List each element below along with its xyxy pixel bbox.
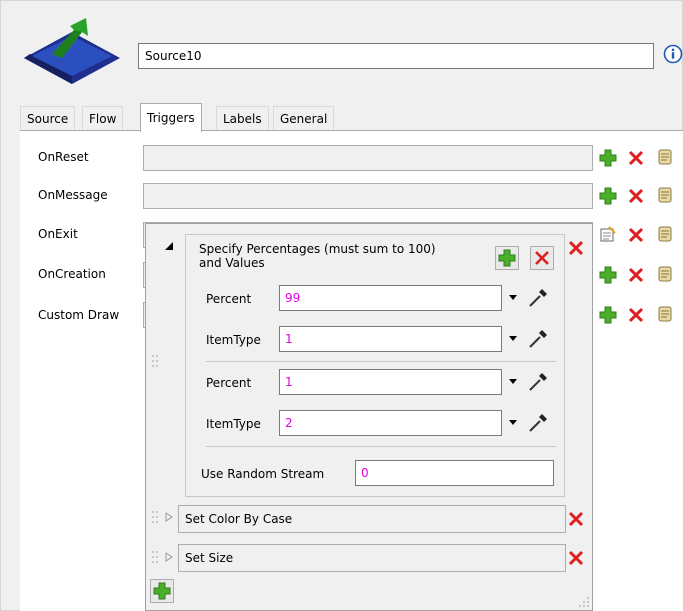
drag-handle-icon[interactable] [151, 550, 159, 564]
remove-entry-button[interactable] [530, 246, 554, 270]
remove-icon[interactable] [567, 549, 585, 567]
remove-icon[interactable] [567, 239, 585, 257]
dropdown-arrow-icon[interactable] [508, 378, 518, 386]
trigger-label-onmessage: OnMessage [38, 188, 108, 202]
trigger-field-onreset[interactable] [143, 145, 593, 171]
add-icon[interactable] [599, 149, 617, 167]
percent-input[interactable]: 1 [279, 369, 502, 395]
eyedropper-icon[interactable] [526, 370, 550, 394]
dropdown-arrow-icon[interactable] [508, 294, 518, 302]
trigger-label-customdraw: Custom Draw [38, 308, 120, 322]
drag-handle-icon[interactable] [151, 354, 159, 368]
entry-separator [206, 446, 556, 447]
tab-source[interactable]: Source [20, 106, 76, 131]
percentages-group [185, 234, 565, 497]
drag-handle-icon[interactable] [151, 510, 159, 524]
tab-labels[interactable]: Labels [216, 106, 269, 131]
source-object-logo-icon [22, 10, 122, 85]
remove-icon[interactable] [627, 187, 645, 205]
script-icon[interactable] [656, 265, 674, 283]
script-icon[interactable] [656, 225, 674, 243]
random-stream-input[interactable]: 0 [355, 460, 554, 486]
edit-properties-icon[interactable] [599, 225, 617, 243]
collapsed-item-set-size[interactable]: Set Size [178, 544, 566, 572]
itemtype-input[interactable]: 1 [279, 326, 502, 352]
group-title: Specify Percentages (must sum to 100) an… [199, 242, 436, 270]
trigger-field-onmessage[interactable] [143, 183, 593, 209]
remove-icon [535, 251, 549, 265]
eyedropper-icon[interactable] [526, 327, 550, 351]
tab-general[interactable]: General [273, 106, 335, 131]
trigger-label-oncreation: OnCreation [38, 267, 106, 281]
info-icon[interactable] [663, 44, 683, 64]
percent-input[interactable]: 99 [279, 285, 502, 311]
remove-icon[interactable] [627, 266, 645, 284]
remove-icon[interactable] [627, 149, 645, 167]
add-icon [498, 249, 516, 267]
expand-triangle-icon[interactable] [165, 552, 173, 562]
expand-triangle-icon[interactable] [165, 512, 173, 522]
eyedropper-icon[interactable] [526, 411, 550, 435]
remove-icon[interactable] [627, 226, 645, 244]
random-stream-label: Use Random Stream [201, 467, 325, 481]
itemtype-input[interactable]: 2 [279, 410, 502, 436]
remove-icon[interactable] [567, 510, 585, 528]
percent-label: Percent [206, 292, 252, 306]
tab-flow[interactable]: Flow [82, 106, 124, 131]
itemtype-label: ItemType [206, 417, 261, 431]
dropdown-arrow-icon[interactable] [508, 335, 518, 343]
add-icon[interactable] [599, 306, 617, 324]
object-name-input[interactable]: Source10 [138, 43, 654, 69]
collapsed-item-set-color-by-case[interactable]: Set Color By Case [178, 505, 566, 533]
script-icon[interactable] [656, 305, 674, 323]
resize-grip-icon[interactable] [578, 596, 590, 608]
percent-label: Percent [206, 376, 252, 390]
remove-icon[interactable] [627, 306, 645, 324]
trigger-label-onreset: OnReset [38, 150, 89, 164]
add-icon[interactable] [599, 266, 617, 284]
add-icon [153, 582, 171, 600]
dropdown-arrow-icon[interactable] [508, 419, 518, 427]
itemtype-label: ItemType [206, 333, 261, 347]
code-template-popup: Specify Percentages (must sum to 100) an… [145, 223, 593, 611]
add-item-button[interactable] [150, 579, 174, 603]
add-entry-button[interactable] [495, 246, 519, 270]
trigger-label-onexit: OnExit [38, 227, 78, 241]
script-icon[interactable] [656, 186, 674, 204]
add-icon[interactable] [599, 187, 617, 205]
entry-separator [206, 361, 556, 362]
tab-triggers[interactable]: Triggers [140, 103, 202, 132]
script-icon[interactable] [656, 148, 674, 166]
eyedropper-icon[interactable] [526, 286, 550, 310]
collapse-triangle-icon[interactable] [164, 241, 174, 251]
